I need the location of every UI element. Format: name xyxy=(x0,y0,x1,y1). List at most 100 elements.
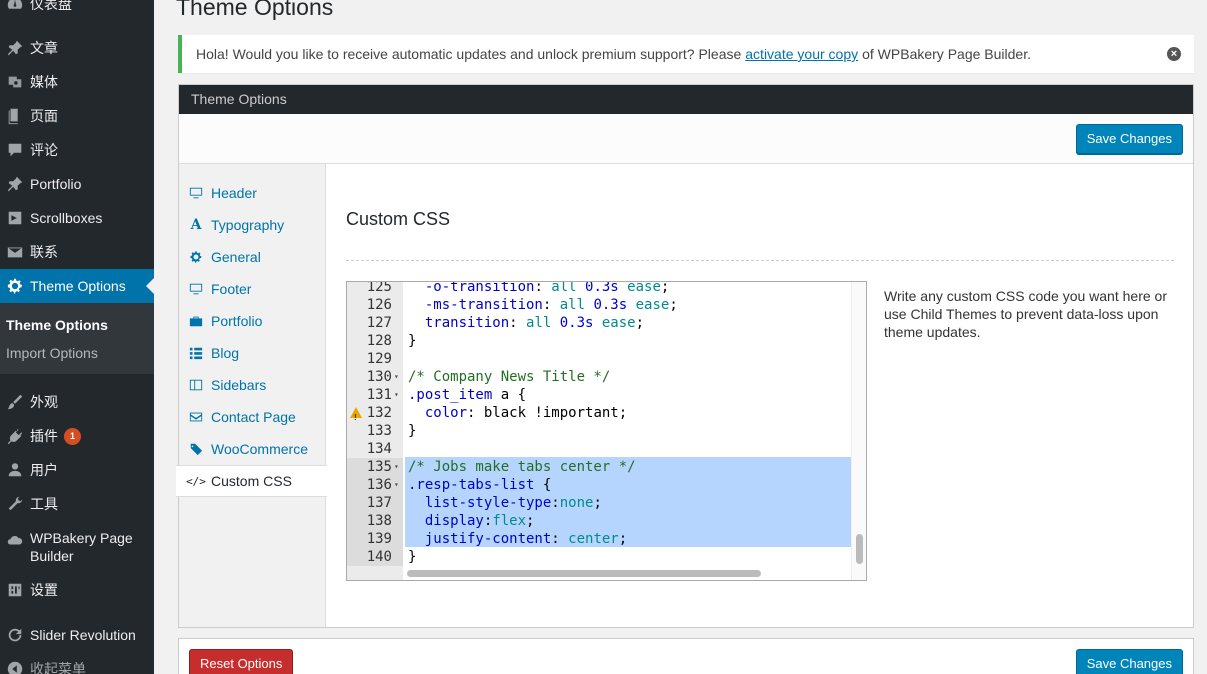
tab-label: WooCommerce xyxy=(211,441,308,457)
code-line[interactable]: 128} xyxy=(347,332,866,350)
code-line[interactable]: 131 ▾ .post_item a { xyxy=(347,386,866,404)
sidebar-item-portfolio[interactable]: Portfolio xyxy=(0,167,154,201)
submenu-item-import-options[interactable]: Import Options xyxy=(6,345,98,361)
activate-link[interactable]: activate your copy xyxy=(745,46,858,62)
code-line[interactable]: 132 color: black !important; xyxy=(347,404,866,427)
tab-general[interactable]: General xyxy=(179,241,326,273)
tab-typography[interactable]: A Typography xyxy=(179,209,326,241)
line-number: 137 xyxy=(347,494,403,512)
tab-portfolio[interactable]: Portfolio xyxy=(179,305,326,337)
code-line[interactable]: 126 -ms-transition: all 0.3s ease; xyxy=(347,296,866,314)
save-changes-button[interactable]: Save Changes xyxy=(1075,124,1183,154)
horizontal-scrollbar[interactable] xyxy=(407,570,761,577)
line-number: 128 xyxy=(366,333,392,349)
sidebar-item-plugins[interactable]: 插件 1 xyxy=(0,419,154,453)
code-line[interactable]: 138 display:flex; xyxy=(347,512,866,535)
fold-toggle-icon[interactable]: ▾ xyxy=(394,476,399,494)
panel-header: Theme Options xyxy=(179,85,1193,114)
vertical-scrollbar[interactable] xyxy=(856,534,863,564)
sidebar-item-label: 仪表盘 xyxy=(30,0,72,12)
code-line[interactable]: 136 ▾ .resp-tabs-list { xyxy=(347,476,866,494)
code-line[interactable]: 125 -o-transition: all 0.3s ease; xyxy=(347,282,866,296)
bottom-toolbar: Reset Options Save Changes xyxy=(178,638,1194,674)
sidebar-item-collapse-menu[interactable]: 收起菜单 xyxy=(0,652,154,674)
line-number: 138 xyxy=(347,512,403,530)
code-line[interactable]: 134 xyxy=(347,440,866,458)
sidebar-item-users[interactable]: 用户 xyxy=(0,453,154,487)
code-line[interactable]: 137 list-style-type:none; xyxy=(347,494,866,512)
sidebar-item-label: 插件 xyxy=(30,428,58,444)
scrollbox-icon xyxy=(0,209,30,227)
sidebar-item-label: 页面 xyxy=(30,108,58,124)
code-text: -ms-transition: all 0.3s ease; xyxy=(424,297,678,313)
sidebar-item-appearance[interactable]: 外观 xyxy=(0,385,154,419)
sidebar-item-dashboard[interactable]: 仪表盘 xyxy=(0,0,154,21)
tab-footer[interactable]: Footer xyxy=(179,273,326,305)
code-icon: </> xyxy=(186,474,206,488)
submenu-item-theme-options[interactable]: Theme Options xyxy=(6,317,108,333)
tab-label: Blog xyxy=(211,345,240,361)
sidebar-item-label: 工具 xyxy=(30,496,58,512)
tab-label: Portfolio xyxy=(211,313,263,329)
tab-contact-page[interactable]: Contact Page xyxy=(179,401,326,433)
sidebar-item-theme-options[interactable]: Theme Options xyxy=(0,269,154,303)
sidebar-item-settings[interactable]: 设置 xyxy=(0,573,154,607)
update-notice: Hola! Would you like to receive automati… xyxy=(178,35,1194,73)
sidebar-item-slider-revolution[interactable]: Slider Revolution xyxy=(0,618,154,652)
sidebar-item-contact[interactable]: 联系 xyxy=(0,235,154,269)
code-line[interactable]: 129 xyxy=(347,350,866,368)
fold-toggle-icon[interactable]: ▾ xyxy=(394,368,399,386)
save-changes-button-bottom[interactable]: Save Changes xyxy=(1075,649,1183,674)
code-text: /* Company News Title */ xyxy=(408,369,611,385)
mail-icon xyxy=(0,243,30,261)
tab-sidebars[interactable]: Sidebars xyxy=(179,369,326,401)
css-code-editor[interactable]: 125 -o-transition: all 0.3s ease; 126 -ms… xyxy=(346,281,867,581)
sidebar-item-pages[interactable]: 页面 xyxy=(0,99,154,133)
update-count-badge: 1 xyxy=(64,427,81,445)
dismiss-notice-icon[interactable]: × xyxy=(1167,47,1181,61)
code-line[interactable]: 140} xyxy=(347,548,866,566)
code-line[interactable]: 130 ▾ /* Company News Title */ xyxy=(347,368,866,386)
admin-sidebar: 仪表盘 文章 媒体 页面 评论 Portfolio Scrollboxes 联系… xyxy=(0,0,154,674)
briefcase-icon xyxy=(188,313,204,329)
sidebar-item-posts[interactable]: 文章 xyxy=(0,31,154,65)
code-line[interactable]: 135 ▾/* Jobs make tabs center */ xyxy=(347,458,866,476)
line-number: 127 xyxy=(366,315,392,331)
comment-icon xyxy=(0,141,30,159)
theme-options-panel: Theme Options Save Changes Header A Typo… xyxy=(176,84,1194,628)
fold-toggle-icon[interactable]: ▾ xyxy=(394,458,399,476)
wrench-icon xyxy=(0,495,30,513)
sidebar-item-tools[interactable]: 工具 xyxy=(0,487,154,521)
code-line[interactable]: 127 transition: all 0.3s ease; xyxy=(347,314,866,332)
dashboard-icon xyxy=(0,0,30,13)
sidebar-item-label: 设置 xyxy=(30,582,58,598)
sidebar-item-label: 收起菜单 xyxy=(30,661,86,674)
reset-options-button[interactable]: Reset Options xyxy=(189,649,294,674)
sidebar-item-comments[interactable]: 评论 xyxy=(0,133,154,167)
current-menu-arrow xyxy=(146,278,154,294)
sidebar-item-media[interactable]: 媒体 xyxy=(0,65,154,99)
sidebar-item-label: 外观 xyxy=(30,394,58,410)
theme-options-submenu: Theme Options Import Options xyxy=(0,303,154,374)
line-number: 133 xyxy=(366,423,392,439)
tab-blog[interactable]: Blog xyxy=(179,337,326,369)
line-number: 126 xyxy=(366,297,392,313)
notice-text: Hola! Would you like to receive automati… xyxy=(196,46,742,62)
line-number: 139 xyxy=(347,530,403,548)
sidebar-item-label: Scrollboxes xyxy=(30,210,103,226)
code-text: } xyxy=(408,423,417,439)
fold-toggle-icon[interactable]: ▾ xyxy=(394,386,399,404)
tab-custom-css[interactable]: </> Custom CSS xyxy=(176,465,327,497)
code-line[interactable]: 133} xyxy=(347,422,866,440)
sidebar-item-label: 联系 xyxy=(30,244,58,260)
sidebar-item-wpbakery[interactable]: WPBakery Page Builder xyxy=(0,521,154,567)
monitor-icon xyxy=(188,185,204,201)
sidebar-item-scrollboxes[interactable]: Scrollboxes xyxy=(0,201,154,235)
tab-header[interactable]: Header xyxy=(179,177,326,209)
gear-icon xyxy=(0,277,30,295)
code-line[interactable]: 139 justify-content: center; xyxy=(347,530,866,553)
font-icon: A xyxy=(190,217,202,233)
brush-icon xyxy=(0,393,30,411)
tab-woocommerce[interactable]: WooCommerce xyxy=(179,433,326,465)
collapse-icon xyxy=(0,660,30,674)
